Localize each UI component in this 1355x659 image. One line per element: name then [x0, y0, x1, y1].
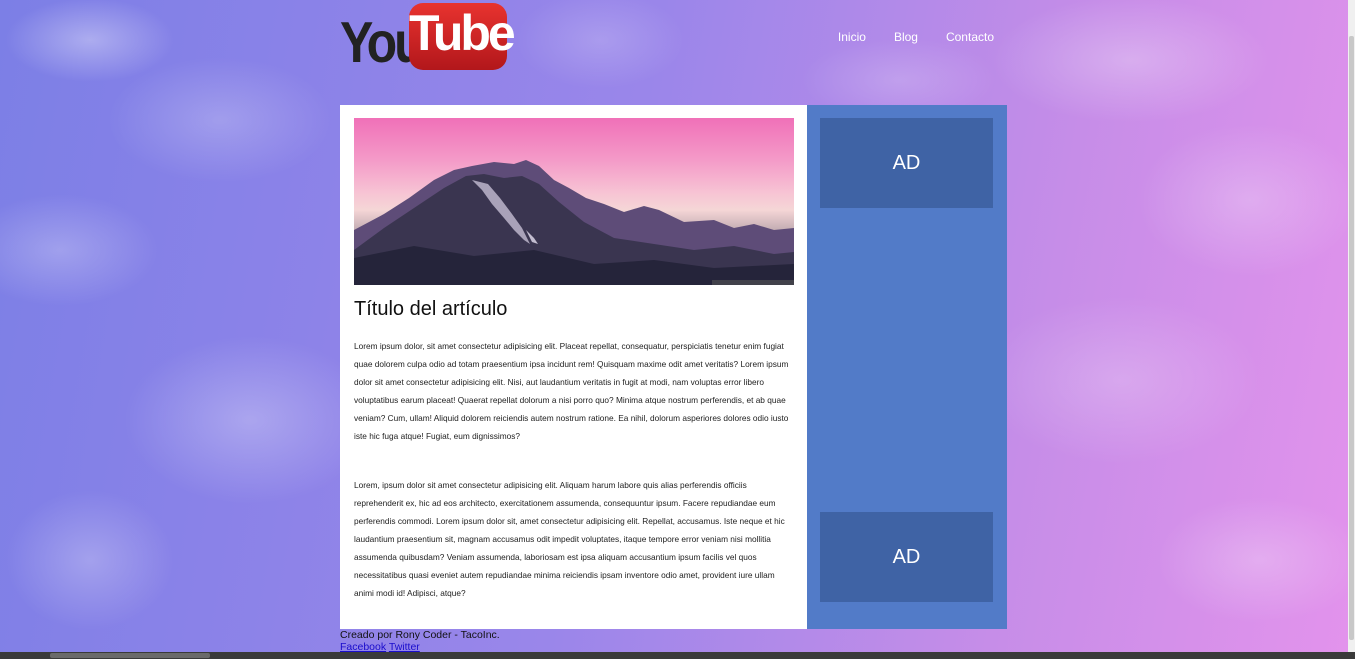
- site-header: You Tube Inicio Blog Contacto: [340, 0, 1008, 75]
- article-hero-image: [354, 118, 794, 285]
- youtube-logo[interactable]: You Tube: [340, 3, 516, 75]
- sidebar: AD AD: [807, 105, 1007, 629]
- horizontal-scrollbar-thumb[interactable]: [50, 653, 210, 658]
- nav-link-contacto[interactable]: Contacto: [932, 30, 1008, 44]
- article-paragraph: Lorem, ipsum dolor sit amet consectetur …: [354, 480, 785, 598]
- horizontal-scrollbar[interactable]: [0, 652, 1355, 659]
- article-paragraph: Lorem ipsum dolor, sit amet consectetur …: [354, 341, 789, 441]
- vertical-scrollbar[interactable]: [1348, 0, 1355, 652]
- main-nav: Inicio Blog Contacto: [824, 30, 1008, 44]
- article-title: Título del artículo: [354, 298, 508, 320]
- logo-text-tube: Tube: [409, 3, 516, 70]
- site-footer: Creado por Rony Coder - TacoInc. Faceboo…: [340, 629, 740, 653]
- scrollbar-thumb[interactable]: [1349, 36, 1354, 640]
- footer-credit: Creado por Rony Coder - TacoInc.: [340, 629, 500, 641]
- ad-banner-bottom[interactable]: AD: [820, 512, 993, 602]
- nav-link-blog[interactable]: Blog: [880, 30, 932, 44]
- nav-link-inicio[interactable]: Inicio: [824, 30, 880, 44]
- article-container: Título del artículo Lorem ipsum dolor, s…: [340, 105, 807, 629]
- ad-banner-top[interactable]: AD: [820, 118, 993, 208]
- mountain-illustration: [354, 160, 794, 285]
